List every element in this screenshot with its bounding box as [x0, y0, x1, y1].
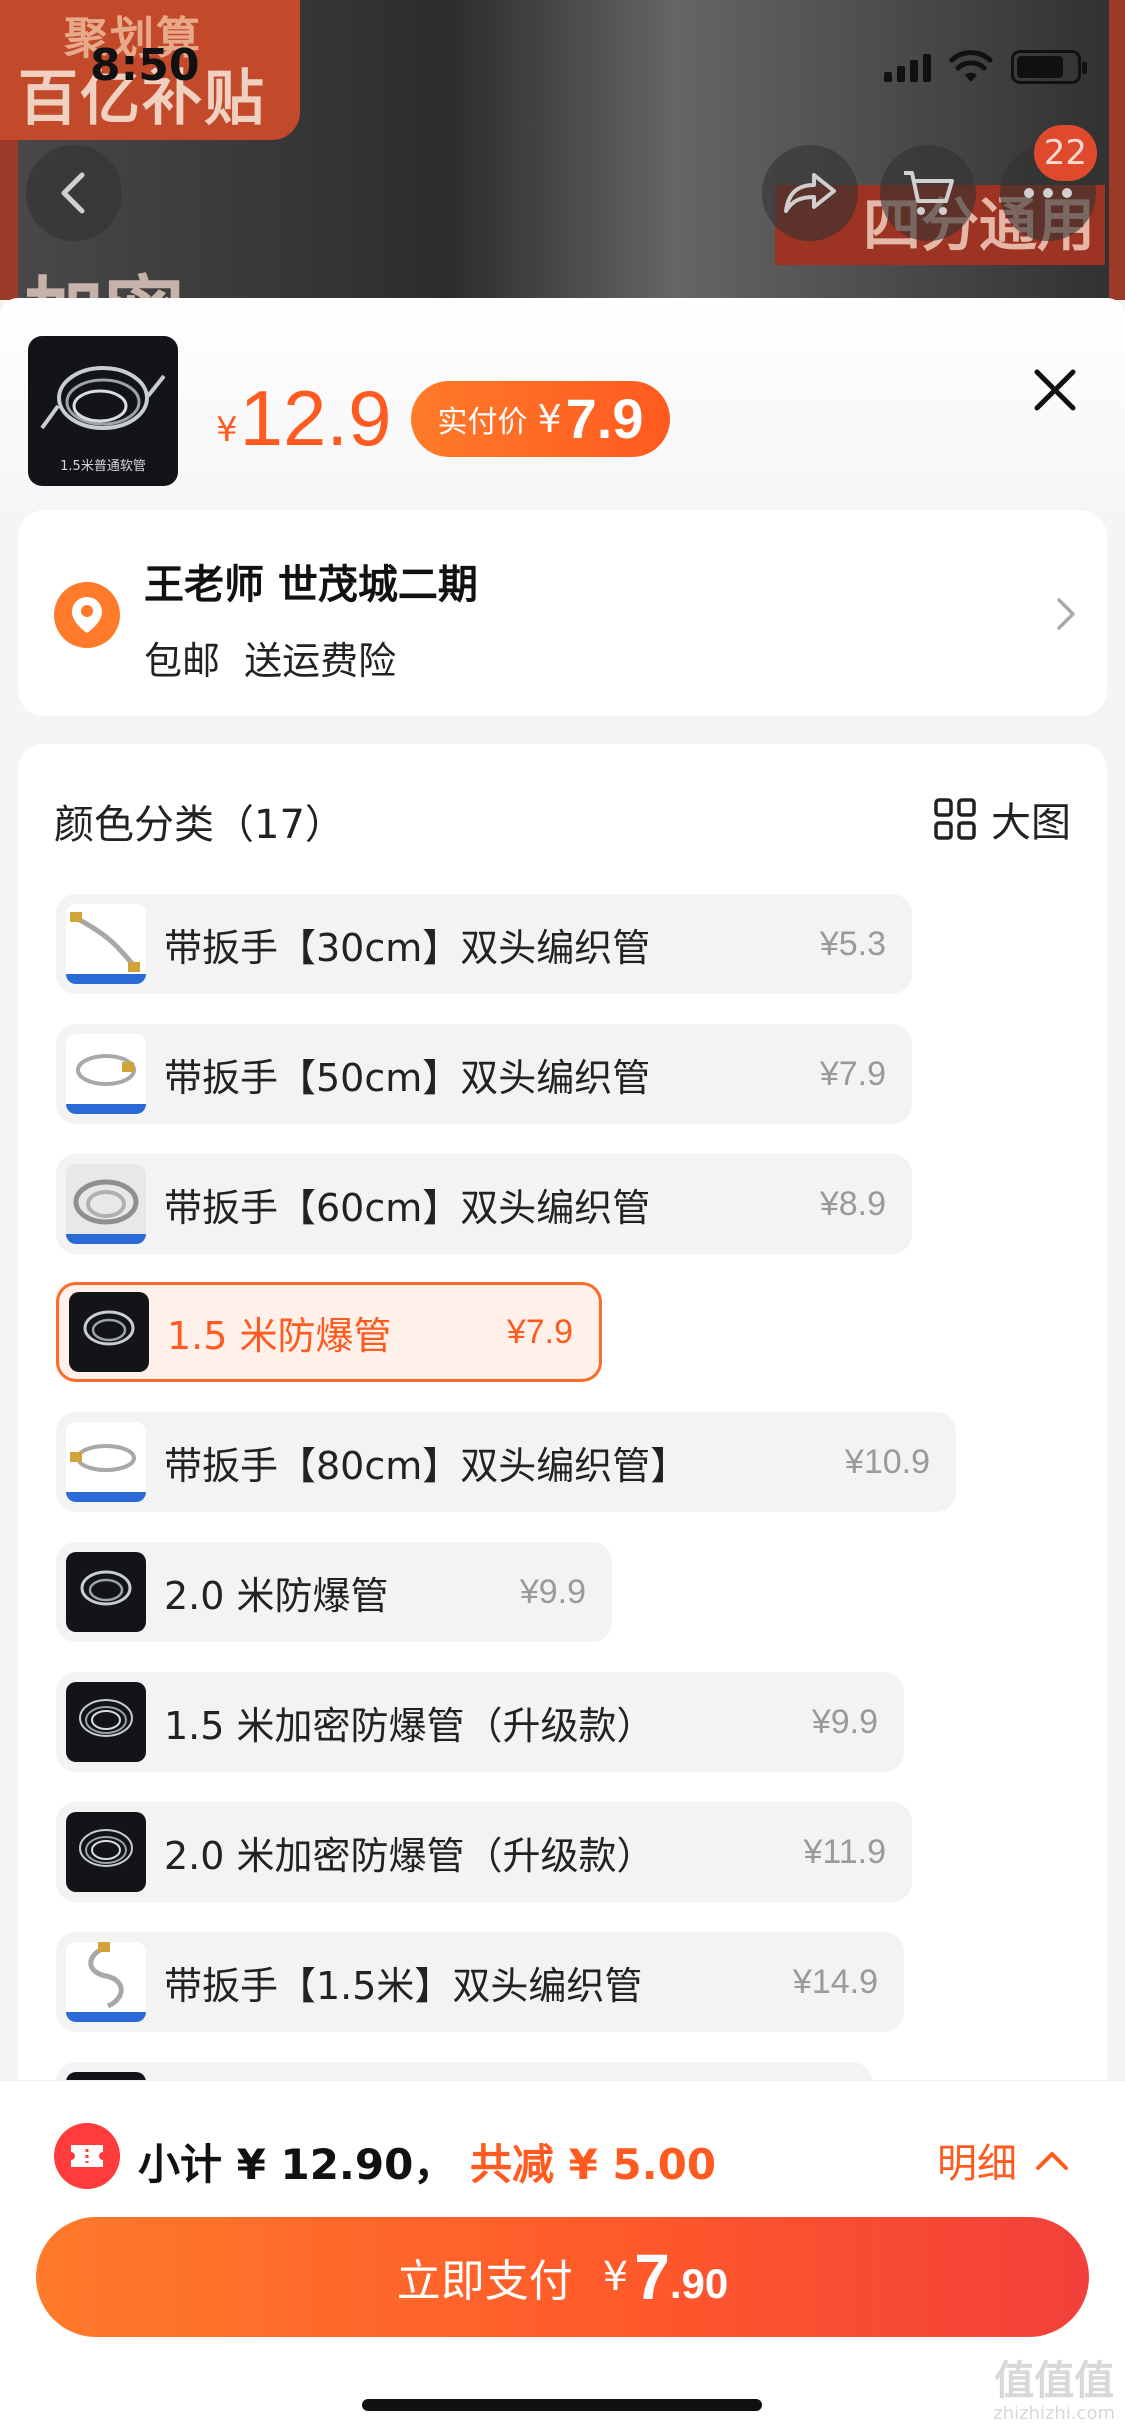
paid-price-currency: ¥ — [537, 396, 562, 441]
sku-label: 带扳手【30cm】双头编织管 — [164, 925, 651, 970]
paid-price-value: 7.9 — [565, 387, 644, 450]
sku-price: ¥11.9 — [803, 1832, 886, 1871]
sku-thumbnail — [66, 1422, 146, 1502]
sku-thumbnail — [66, 1164, 146, 1244]
bottom-checkout-bar: 小计 ¥ 12.90， 共减 ¥ 5.00 明细 立即支付 ¥ 7 .90 值值… — [0, 2080, 1125, 2436]
paid-price-badge: 实付价 ¥ 7.9 — [411, 380, 670, 457]
more-dots-icon — [1024, 188, 1072, 198]
background-bottom-text: 加密 — [24, 250, 184, 300]
subtotal-summary: 小计 ¥ 12.90， 共减 ¥ 5.00 — [138, 2131, 716, 2192]
price-value: 12.9 — [239, 374, 392, 462]
detail-toggle[interactable]: 明细 — [937, 2131, 1069, 2189]
detail-label: 明细 — [937, 2141, 1017, 2187]
sku-thumbnail — [69, 1292, 149, 1372]
sku-label: 带扳手【50cm】双头编织管 — [164, 1055, 651, 1100]
back-button[interactable] — [26, 145, 122, 241]
watermark-main: 值值值 — [994, 2358, 1115, 2404]
sku-price: ¥7.9 — [819, 1054, 886, 1093]
thumbnail-caption: 1.5米普通软管 — [60, 459, 146, 474]
subtotal-text: 小计 ¥ 12.90， — [138, 2140, 456, 2189]
pay-label: 立即支付 — [396, 2256, 573, 2307]
sku-label: 带扳手【80cm】双头编织管】 — [164, 1443, 689, 1488]
sku-label: 1.5 米防爆管 — [167, 1313, 392, 1358]
grid-icon — [934, 798, 976, 840]
big-image-toggle[interactable]: 大图 — [933, 790, 1071, 848]
status-time: 8:50 — [90, 40, 200, 91]
sku-option[interactable]: 带扳手【1.5米】双头编织管 ¥14.9 — [56, 1932, 904, 2032]
spec-title: 颜色分类（17） — [54, 802, 345, 848]
close-icon — [1034, 369, 1076, 411]
share-button[interactable] — [762, 145, 858, 241]
pay-now-button[interactable]: 立即支付 ¥ 7 .90 — [36, 2217, 1089, 2337]
product-thumbnail[interactable]: 1.5米普通软管 — [28, 336, 178, 486]
cart-icon — [904, 171, 954, 215]
sku-thumbnail — [66, 1552, 146, 1632]
sku-thumbnail — [66, 904, 146, 984]
sheet-header: 1.5米普通软管 ¥ 12.9 实付价 ¥ 7.9 — [0, 298, 1125, 508]
chevron-up-icon — [1036, 2152, 1068, 2170]
address-card[interactable]: 王老师 世茂城二期 包邮 送运费险 — [18, 510, 1107, 716]
cart-count-badge: 22 — [1033, 125, 1097, 181]
status-bar: 8:50 — [0, 0, 1125, 140]
sku-label: 带扳手【1.5米】双头编织管 — [164, 1963, 643, 2008]
paid-price-label: 实付价 — [437, 404, 528, 440]
close-button[interactable] — [1025, 360, 1085, 420]
sku-thumbnail — [66, 1812, 146, 1892]
price-currency: ¥ — [216, 409, 238, 450]
big-image-label: 大图 — [991, 800, 1071, 846]
pay-currency: ¥ — [602, 2254, 629, 2300]
sku-option-selected[interactable]: 1.5 米防爆管 ¥7.9 — [56, 1282, 602, 1382]
sku-price: ¥14.9 — [792, 1962, 878, 2001]
battery-icon — [1011, 50, 1087, 84]
sku-option[interactable]: 带扳手【30cm】双头编织管 ¥5.3 — [56, 894, 912, 994]
sku-option[interactable]: 2.0 米防爆管 ¥9.9 — [56, 1542, 612, 1642]
sku-price: ¥5.3 — [819, 924, 886, 963]
sku-thumbnail — [66, 1682, 146, 1762]
chevron-left-icon — [61, 172, 85, 214]
location-pin-icon — [54, 582, 120, 648]
sku-price: ¥8.9 — [819, 1184, 886, 1223]
sku-label: 2.0 米加密防爆管（升级款） — [164, 1833, 655, 1878]
chevron-right-icon — [1055, 596, 1077, 636]
shipping-info: 包邮 送运费险 — [144, 639, 397, 683]
sku-option[interactable]: 带扳手【60cm】双头编织管 ¥8.9 — [56, 1154, 912, 1254]
sku-thumbnail — [66, 1034, 146, 1114]
watermark: 值值值 zhizhizhi.com — [993, 2361, 1115, 2423]
address-name: 王老师 世茂城二期 — [144, 562, 478, 608]
discount-text: 共减 ¥ 5.00 — [469, 2140, 717, 2189]
home-indicator[interactable] — [362, 2399, 762, 2411]
status-icons — [884, 50, 1087, 84]
share-icon — [784, 173, 836, 213]
pay-amount-decimal: .90 — [669, 2260, 729, 2307]
sku-option[interactable]: 带扳手【50cm】双头编织管 ¥7.9 — [56, 1024, 912, 1124]
price-area: ¥ 12.9 实付价 ¥ 7.9 — [216, 373, 670, 464]
sku-option[interactable]: 1.5 米加密防爆管（升级款） ¥9.9 — [56, 1672, 904, 1772]
sku-option[interactable]: 2.0 米加密防爆管（升级款） ¥11.9 — [56, 1802, 912, 1902]
sku-sheet: 1.5米普通软管 ¥ 12.9 实付价 ¥ 7.9 王老师 世茂城二期 包邮 送… — [0, 298, 1125, 2436]
sku-option[interactable]: 带扳手【80cm】双头编织管】 ¥10.9 — [56, 1412, 956, 1512]
cellular-signal-icon — [884, 52, 931, 82]
cart-button[interactable] — [880, 145, 976, 241]
wifi-icon — [949, 50, 993, 82]
sku-price: ¥10.9 — [844, 1442, 930, 1481]
watermark-sub: zhizhizhi.com — [993, 2403, 1115, 2424]
sku-price: ¥7.9 — [506, 1312, 573, 1351]
sku-thumbnail — [66, 1942, 146, 2022]
sku-price: ¥9.9 — [811, 1702, 878, 1741]
sku-price: ¥9.9 — [519, 1572, 586, 1611]
sku-label: 带扳手【60cm】双头编织管 — [164, 1185, 651, 1230]
sku-label: 2.0 米防爆管 — [164, 1573, 389, 1618]
pay-amount-integer: 7 — [634, 2241, 670, 2313]
coupon-icon — [54, 2123, 120, 2189]
sku-label: 1.5 米加密防爆管（升级款） — [164, 1703, 655, 1748]
